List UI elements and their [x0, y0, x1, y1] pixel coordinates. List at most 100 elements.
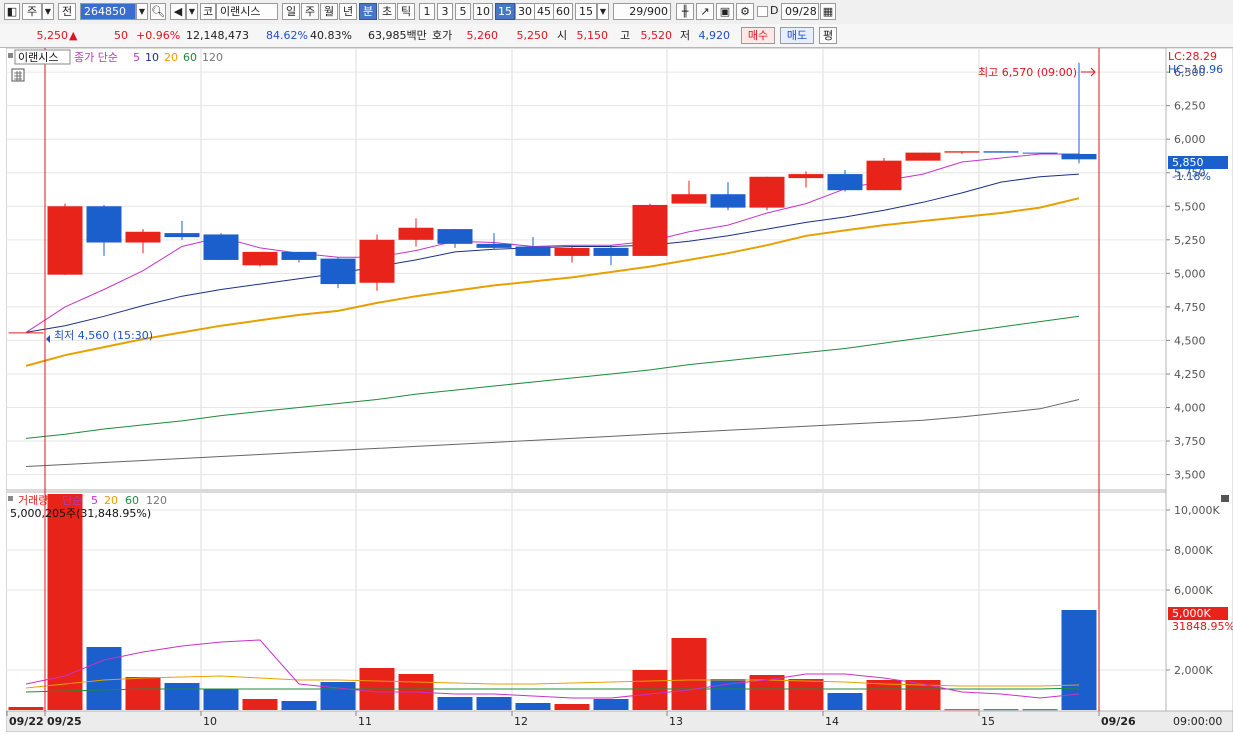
x-axis-label: 15: [981, 715, 995, 728]
volume-tick-label: 10,000K: [1174, 504, 1220, 517]
volume-bar: [515, 703, 551, 710]
tab-year[interactable]: 년: [339, 3, 357, 20]
price-tick-label: 5,500: [1174, 200, 1206, 213]
volume-bar: [320, 682, 356, 710]
evaluate-button[interactable]: 평: [819, 27, 837, 44]
low-label: 저: [680, 29, 691, 42]
legend-ma10: 10: [145, 51, 159, 64]
chart-svg[interactable]: 6,5006,2506,0005,7505,5005,2505,0004,750…: [5, 47, 1233, 733]
candle-body: [203, 234, 239, 260]
volume-bar: [983, 709, 1019, 711]
legend-ma20: 20: [164, 51, 178, 64]
layout-icon[interactable]: ◧: [4, 3, 20, 20]
legend-ma60: 60: [183, 51, 197, 64]
market-type-select[interactable]: 주: [22, 3, 42, 20]
save-icon[interactable]: ▣: [716, 3, 734, 20]
price-tick-label: 4,500: [1174, 334, 1206, 347]
candle-body: [398, 227, 434, 240]
last-volume-pct: 31848.95%: [1172, 620, 1233, 633]
tab-tick[interactable]: 틱: [397, 3, 415, 20]
volume-bar: [281, 701, 317, 710]
volume-bar: [86, 647, 122, 710]
price-tick-label: 6,250: [1174, 100, 1206, 113]
tab-minute[interactable]: 분: [359, 3, 377, 20]
candle-body: [710, 194, 746, 208]
search-icon[interactable]: 🔍︎: [150, 3, 166, 20]
volume-bar: [203, 689, 239, 710]
tab-month[interactable]: 월: [320, 3, 338, 20]
candle-body: [944, 151, 980, 153]
ask-price: 5,260: [466, 29, 499, 42]
interval-10[interactable]: 10: [473, 3, 493, 20]
interval-1[interactable]: 1: [419, 3, 435, 20]
interval-dropdown-icon[interactable]: ▼: [597, 3, 609, 20]
candle-body: [1061, 153, 1097, 160]
last-price-pct: -1.18%: [1172, 170, 1211, 183]
candle-body: [476, 243, 512, 248]
market-type-dropdown-icon[interactable]: ▼: [42, 3, 54, 20]
x-axis-time: 09:00:00: [1173, 715, 1222, 728]
market-scope-button[interactable]: 전: [58, 3, 76, 20]
volume-bar: [788, 679, 824, 710]
volume-panel-menu-icon[interactable]: [8, 496, 13, 501]
stock-code-dropdown-icon[interactable]: ▼: [136, 3, 148, 20]
min-price-label: 최저 4,560 (15:30): [54, 329, 153, 342]
chart-area[interactable]: 6,500 6,250 6,000 5,750 5,500 5,250 5,000 4,750…: [5, 47, 1233, 733]
speaker-icon[interactable]: ◀︎: [170, 3, 186, 20]
price-tick-label: 5,000: [1174, 267, 1206, 280]
legend-ma120: 120: [202, 51, 223, 64]
open-label: 시: [557, 29, 568, 42]
tab-week[interactable]: 주: [301, 3, 319, 20]
interval-input[interactable]: 15: [575, 3, 597, 20]
volume-bar: [8, 707, 44, 710]
volume-bar: [1022, 709, 1058, 711]
volume-bar: [554, 704, 590, 710]
candle-body: [632, 204, 668, 256]
open-price: 5,150: [576, 29, 609, 42]
price-tick-label: 4,000: [1174, 402, 1206, 415]
interval-30[interactable]: 30: [515, 3, 535, 20]
volume-panel-close-icon[interactable]: [1221, 495, 1229, 502]
gear-icon[interactable]: ⚙: [736, 3, 754, 20]
stock-code-input[interactable]: 264850: [80, 3, 136, 20]
x-axis-label: 11: [358, 715, 372, 728]
tab-second[interactable]: 초: [378, 3, 396, 20]
price-tick-label: 4,250: [1174, 368, 1206, 381]
count-value: 29: [629, 5, 644, 18]
last-volume-label: 5,000K: [1172, 607, 1211, 620]
candle-body: [437, 229, 473, 244]
x-axis-bar: [5, 710, 1233, 733]
interval-45[interactable]: 45: [534, 3, 554, 20]
main-toolbar: ◧ 주 ▼ 전 264850 ▼ 🔍︎ ◀︎ ▼ 코 이랜시스 일 주 월 년 …: [0, 0, 1233, 25]
date-input[interactable]: 09/28: [781, 3, 819, 20]
high-label: 고: [620, 29, 631, 42]
interval-3[interactable]: 3: [437, 3, 453, 20]
panel-menu-icon[interactable]: [8, 53, 13, 58]
sell-button[interactable]: 매도: [780, 27, 814, 44]
stock-name-field[interactable]: 이랜시스: [216, 3, 278, 20]
candle-body: [827, 174, 863, 191]
hc-label: HC:-10.96: [1168, 63, 1223, 76]
d-checkbox[interactable]: [757, 6, 768, 17]
interval-60[interactable]: 60: [553, 3, 573, 20]
volume-bar: [827, 693, 863, 710]
price-title: 이랜시스: [18, 51, 58, 64]
price-change-pct: +0.96%: [136, 29, 181, 42]
d-checkbox-label: D: [770, 4, 779, 17]
candle-body: [359, 239, 395, 283]
candle-type-icon[interactable]: ╫: [676, 3, 694, 20]
candle-body: [515, 246, 551, 256]
interval-5[interactable]: 5: [455, 3, 471, 20]
tab-day[interactable]: 일: [282, 3, 300, 20]
speaker-dropdown-icon[interactable]: ▼: [186, 3, 198, 20]
interval-15[interactable]: 15: [495, 3, 515, 20]
price-tick-label: 6,000: [1174, 133, 1206, 146]
lc-label: LC:28.29: [1168, 50, 1217, 63]
max-price-label: 최고 6,570 (09:00): [978, 66, 1077, 79]
calendar-icon[interactable]: ▦: [820, 3, 836, 20]
volume-bar: [632, 670, 668, 710]
count-field[interactable]: 29/900: [613, 3, 671, 20]
vlegend-ma60: 60: [125, 494, 139, 507]
trend-tool-icon[interactable]: ↗: [696, 3, 714, 20]
buy-button[interactable]: 매수: [741, 27, 775, 44]
